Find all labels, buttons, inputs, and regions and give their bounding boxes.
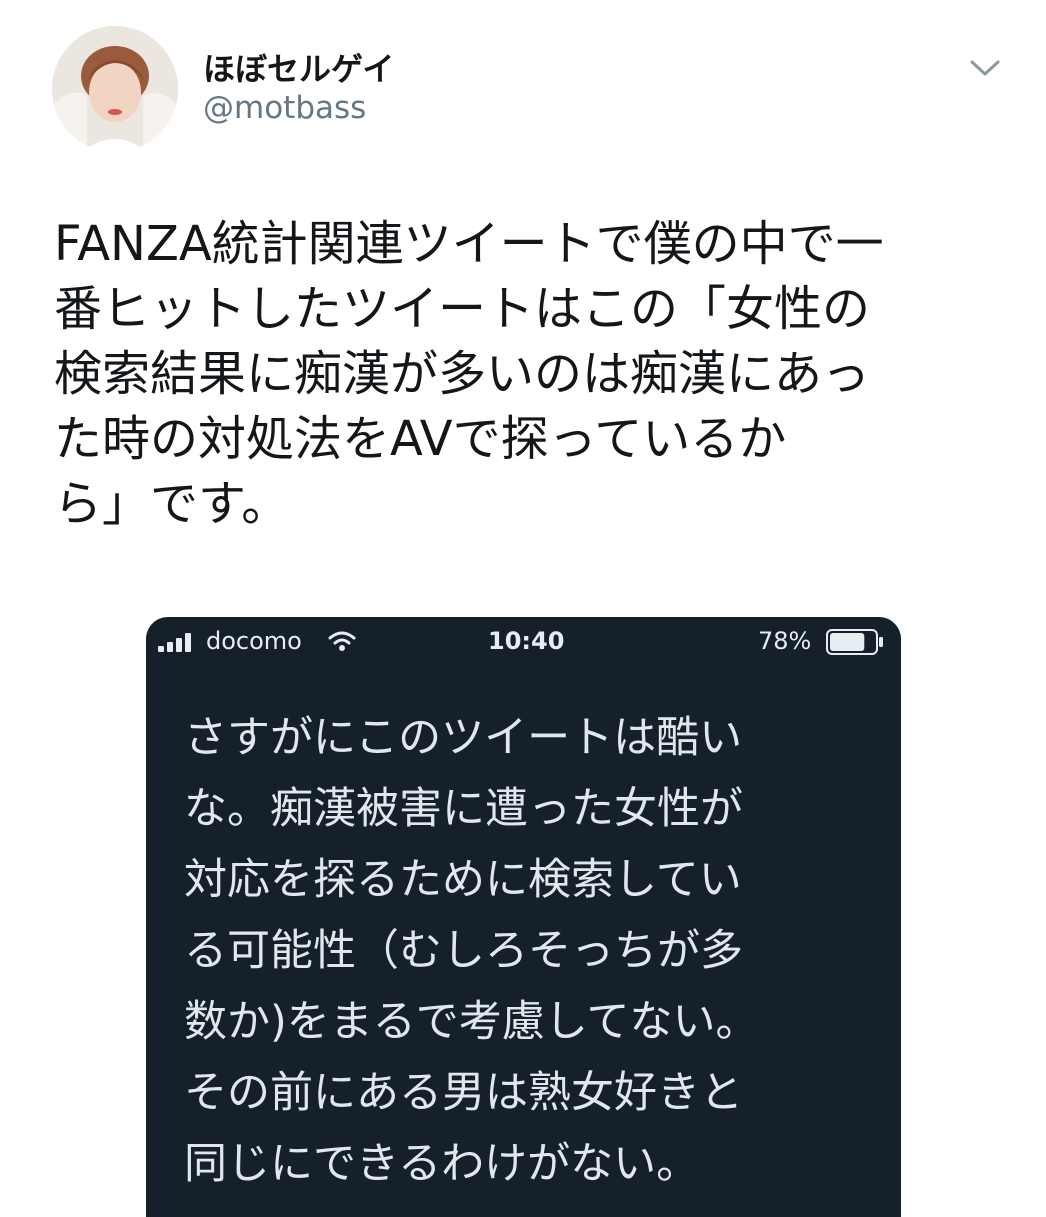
phone-status-bar: docomo 10:40 78%: [146, 617, 901, 667]
tweet-line: 検索結果に痴漢が多いのは痴漢にあっ: [54, 346, 871, 402]
avatar[interactable]: [52, 26, 178, 152]
carrier-label: docomo: [206, 627, 302, 655]
battery-percent: 78%: [758, 627, 812, 655]
screenshot-line: な。痴漢被害に遭った女性が: [184, 784, 743, 834]
display-name[interactable]: ほぼセルゲイ: [203, 44, 394, 90]
tweet-line: FANZA統計関連ツイートで僕の中で一: [54, 216, 884, 272]
wifi-icon: [328, 631, 356, 651]
battery-icon: [826, 629, 883, 655]
screenshot-text: さすがにこのツイートは酷い な。痴漢被害に遭った女性が 対応を探るために検索して…: [184, 703, 884, 1200]
signal-icon: [158, 633, 191, 652]
screenshot-line: 数か)をまるで考慮してない。: [184, 997, 759, 1047]
tweet-text: FANZA統計関連ツイートで僕の中で一 番ヒットしたツイートはこの「女性の 検索…: [54, 212, 1004, 537]
tweet-line: ら」です。: [54, 476, 290, 532]
tweet-line: た時の対処法をAVで探っているか: [54, 411, 787, 467]
screenshot-line: さすがにこのツイートは酷い: [184, 713, 743, 763]
screenshot-line: る可能性（むしろそっちが多: [184, 926, 743, 976]
user-handle[interactable]: @motbass: [203, 90, 366, 126]
tweet-line: 番ヒットしたツイートはこの「女性の: [54, 281, 871, 337]
chevron-down-icon[interactable]: [968, 56, 1002, 80]
screenshot-line: 同じにできるわけがない。: [184, 1139, 700, 1189]
status-time: 10:40: [488, 627, 565, 655]
avatar-image: [52, 26, 178, 152]
screenshot-line: その前にある男は熟女好きと: [184, 1068, 743, 1118]
embedded-screenshot[interactable]: docomo 10:40 78% さすがにこのツイートは酷い な。痴漢被害に遭っ…: [146, 617, 901, 1217]
screenshot-line: 対応を探るために検索してい: [184, 855, 742, 905]
